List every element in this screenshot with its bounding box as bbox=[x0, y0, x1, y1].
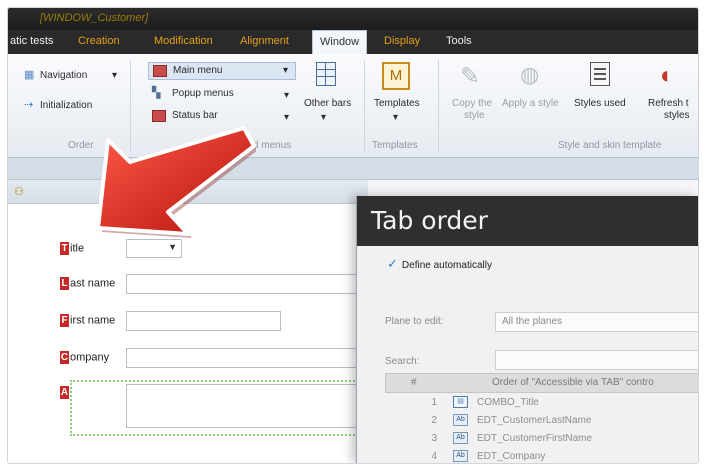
popup-menus-dropdown-icon[interactable]: ▾ bbox=[284, 90, 289, 101]
edit-field-icon: Ab bbox=[453, 432, 468, 444]
menu-modification[interactable]: Modification bbox=[154, 35, 213, 47]
apply-style-button[interactable]: Apply a style bbox=[502, 98, 559, 109]
menu-tools[interactable]: Tools bbox=[446, 35, 472, 47]
column-order-header: Order of "Accessible via TAB" contro bbox=[492, 377, 654, 388]
palette-icon: ◍ bbox=[520, 62, 540, 87]
main-menu-button[interactable]: Main menu ▾ bbox=[148, 62, 296, 80]
main-menu-dropdown-icon: ▾ bbox=[283, 65, 289, 76]
refresh-styles-button-line2: styles bbox=[664, 110, 690, 121]
tab-order-badge: A bbox=[60, 386, 69, 399]
ribbon-separator bbox=[438, 60, 439, 152]
dialog-title-bar: Tab order bbox=[357, 196, 698, 246]
table-row[interactable]: 3 Ab EDT_CustomerFirstName bbox=[385, 430, 698, 448]
navigation-dropdown-icon[interactable]: ▾ bbox=[112, 70, 117, 81]
company-field[interactable] bbox=[126, 348, 366, 368]
copy-style-button[interactable]: Copy the bbox=[452, 98, 492, 109]
menu-creation[interactable]: Creation bbox=[78, 35, 120, 47]
tab-order-badge: T bbox=[60, 242, 69, 255]
lastname-field[interactable] bbox=[126, 274, 366, 294]
other-bars-dropdown-icon[interactable]: ▾ bbox=[321, 112, 326, 123]
combo-icon: ▤ bbox=[453, 396, 468, 408]
edit-field-icon: Ab bbox=[453, 450, 468, 462]
refresh-styles-button[interactable]: Refresh t bbox=[648, 98, 689, 109]
templates-group-label: Templates bbox=[372, 140, 418, 151]
styles-used-icon bbox=[590, 62, 610, 86]
navigation-icon: ▦ bbox=[24, 69, 35, 81]
style-group-label: Style and skin template bbox=[558, 140, 662, 151]
status-bar-dropdown-icon[interactable]: ▾ bbox=[284, 112, 289, 123]
annotation-arrow-icon bbox=[96, 126, 256, 238]
initialization-button[interactable]: Initialization bbox=[40, 100, 92, 111]
popup-menus-button[interactable]: Popup menus bbox=[172, 88, 234, 99]
address-input[interactable] bbox=[126, 384, 362, 428]
search-label: Search: bbox=[385, 356, 420, 367]
popup-menus-icon: ▚ bbox=[152, 87, 161, 99]
order-table-header: # Order of "Accessible via TAB" contro bbox=[385, 373, 698, 393]
templates-button[interactable]: Templates bbox=[374, 98, 420, 109]
styles-used-button[interactable]: Styles used bbox=[574, 98, 626, 109]
firstname-field[interactable] bbox=[126, 311, 281, 331]
window-title: [WINDOW_Customer] bbox=[40, 12, 149, 24]
menu-bar: atic tests Creation Modification Alignme… bbox=[8, 30, 698, 54]
search-input[interactable] bbox=[495, 350, 698, 370]
checkmark-icon: ✓ bbox=[387, 256, 398, 271]
main-menu-label: Main menu bbox=[173, 65, 223, 76]
tab-order-dialog: Tab order ✓ Define automatically Plane to… bbox=[356, 196, 698, 463]
plane-label: Plane to edit: bbox=[385, 316, 444, 327]
tab-order-badge: C bbox=[60, 351, 69, 364]
define-automatically-checkbox[interactable]: ✓ Define automatically bbox=[387, 256, 492, 272]
lastname-label: Last name bbox=[60, 277, 116, 290]
templates-icon: M bbox=[382, 62, 410, 90]
ribbon-separator bbox=[364, 60, 365, 152]
templates-dropdown-icon[interactable]: ▾ bbox=[393, 112, 398, 123]
table-row[interactable]: 4 Ab EDT_Company bbox=[385, 448, 698, 463]
copy-style-button-line2: style bbox=[464, 110, 485, 121]
title-bar: [WINDOW_Customer] bbox=[8, 8, 698, 30]
menu-automatic-tests[interactable]: atic tests bbox=[10, 35, 53, 47]
title-combo[interactable]: ▼ bbox=[126, 239, 182, 258]
table-row[interactable]: 2 Ab EDT_CustomerLastName bbox=[385, 412, 698, 430]
edit-field-icon: Ab bbox=[453, 414, 468, 426]
tab-order-badge: L bbox=[60, 277, 69, 290]
other-bars-button[interactable]: Other bars bbox=[304, 98, 351, 109]
column-number-header: # bbox=[411, 377, 417, 388]
address-field[interactable] bbox=[70, 380, 366, 436]
dialog-title: Tab order bbox=[371, 206, 488, 235]
combo-arrow-icon: ▼ bbox=[168, 242, 177, 252]
order-group-label: Order bbox=[68, 140, 94, 151]
window-icon: ⚇ bbox=[14, 186, 24, 198]
tab-order-badge: F bbox=[60, 314, 69, 327]
refresh-styles-icon: ◐ bbox=[660, 62, 675, 89]
menu-window[interactable]: Window bbox=[312, 30, 368, 54]
app-window: [WINDOW_Customer] atic tests Creation Mo… bbox=[8, 8, 698, 463]
menu-alignment[interactable]: Alignment bbox=[240, 35, 289, 47]
plane-select[interactable]: All the planes bbox=[495, 312, 698, 332]
paint-brush-icon: ✎ bbox=[460, 63, 481, 90]
main-menu-icon bbox=[153, 65, 167, 77]
title-label: Title bbox=[60, 242, 85, 255]
other-bars-icon bbox=[316, 62, 336, 86]
company-label: Company bbox=[60, 351, 110, 364]
menu-display[interactable]: Display bbox=[384, 35, 420, 47]
navigation-button[interactable]: Navigation bbox=[40, 70, 87, 81]
table-row[interactable]: 1 ▤ COMBO_Title bbox=[385, 394, 698, 412]
firstname-label: First name bbox=[60, 314, 116, 327]
initialization-icon: ⇢ bbox=[24, 99, 34, 111]
